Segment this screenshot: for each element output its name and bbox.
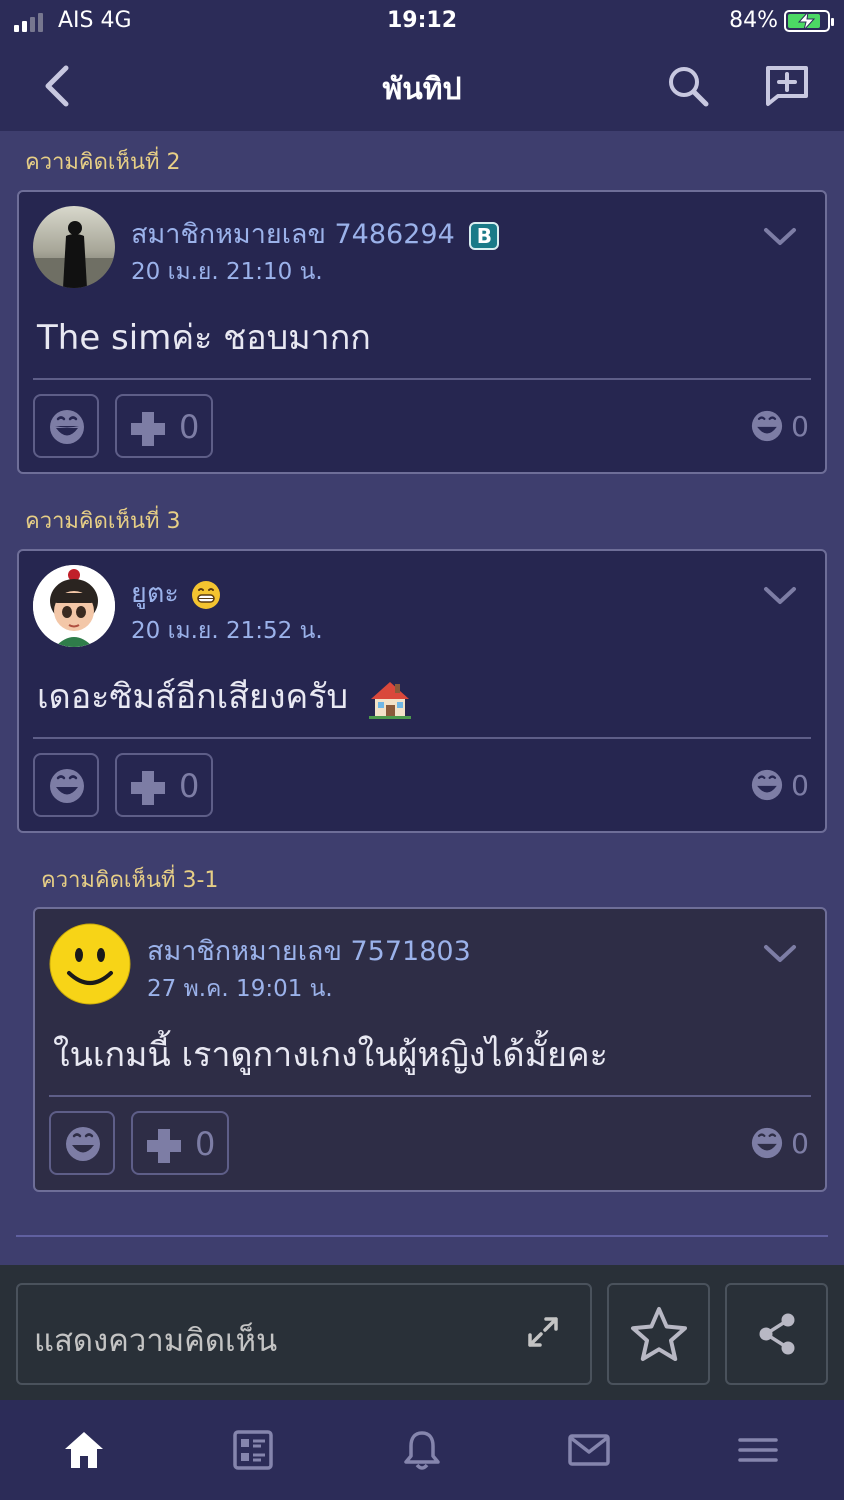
smile-icon [50,769,84,803]
tab-home[interactable] [62,1428,106,1472]
reaction-summary[interactable]: 0 [737,410,809,443]
smile-icon [50,410,84,444]
comment-label: ความคิดเห็นที่ 2 [25,150,181,175]
search-icon [669,67,709,107]
emotion-button[interactable] [33,394,99,458]
search-button[interactable] [664,62,712,110]
tab-feed[interactable] [231,1428,275,1472]
emotion-button[interactable] [33,753,99,817]
comment-content: เดอะซิมส์อีกเสียงครับ [37,669,411,723]
reply-card: สมาชิกหมายเลข 7571803 27 พ.ค. 19:01 น. ใ… [33,907,827,1192]
username[interactable]: สมาชิกหมายเลข 7571803 [147,929,471,972]
plus-icon [147,1129,181,1163]
smile-icon [66,1127,100,1161]
emotion-button[interactable] [49,1111,115,1175]
comment-content: The simค่ะ ชอบมากก [37,318,371,358]
avatar[interactable] [49,923,131,1005]
comment-time: 20 เม.ย. 21:10 น. [131,259,323,285]
comment-label: ความคิดเห็นที่ 3 [25,509,181,534]
divider [16,1235,828,1237]
plus-count: 0 [195,1125,216,1163]
status-time: 19:12 [386,8,458,33]
status-bar: AIS 4G 19:12 84% [0,0,844,44]
top-bar: AIS 4G 19:12 84% พันทิป [0,0,844,131]
page-title: พันทิป [382,72,462,107]
chevron-down-icon[interactable] [763,585,797,607]
mail-icon [568,1434,610,1466]
divider [33,378,811,380]
comment-card: ยูตะ 20 เม.ย. 21:52 น. เดอะซิมส์อีกเสียง… [17,549,827,833]
chevron-down-icon[interactable] [763,943,797,965]
reaction-summary[interactable]: 0 [737,769,809,802]
smile-icon [751,769,783,801]
battery-icon [784,10,834,32]
member-badge-icon: B [469,221,500,250]
home-icon [65,1432,103,1468]
comment-label: ความคิดเห็นที่ 3-1 [41,868,219,893]
plus-count: 0 [179,408,200,446]
expand-icon[interactable] [526,1315,560,1349]
reaction-count: 0 [791,1127,809,1160]
add-comment-icon [766,66,808,106]
plus-icon [131,771,165,805]
favorite-button[interactable] [607,1283,710,1385]
reaction-summary[interactable]: 0 [737,1127,809,1160]
reaction-count: 0 [791,410,809,443]
plus-vote-button[interactable]: 0 [115,753,213,817]
plus-vote-button[interactable]: 0 [131,1111,229,1175]
house-emoji-icon [368,681,411,719]
tab-menu[interactable] [736,1428,780,1472]
share-button[interactable] [725,1283,828,1385]
new-post-button[interactable] [762,62,812,110]
chevron-down-icon[interactable] [763,226,797,248]
menu-icon [738,1438,778,1462]
plus-vote-button[interactable]: 0 [115,394,213,458]
battery-percentage: 84% [729,8,778,33]
divider [49,1095,811,1097]
bell-icon [404,1431,440,1470]
avatar[interactable] [33,206,115,288]
tab-notifications[interactable] [400,1428,444,1472]
smile-icon [751,410,783,442]
username[interactable]: สมาชิกหมายเลข 7486294 B [131,212,500,255]
comment-time: 20 เม.ย. 21:52 น. [131,618,323,644]
compose-bar: แสดงความคิดเห็น [0,1265,844,1400]
reaction-count: 0 [791,769,809,802]
tab-messages[interactable] [567,1428,611,1472]
comment-card: สมาชิกหมายเลข 7486294 B 20 เม.ย. 21:10 น… [17,190,827,474]
comment-input[interactable]: แสดงความคิดเห็น [16,1283,592,1385]
username[interactable]: ยูตะ [131,571,221,614]
feed-icon [233,1430,273,1470]
grin-emoji-icon [192,580,221,609]
plus-count: 0 [179,767,200,805]
star-icon [630,1307,687,1361]
share-icon [759,1313,794,1355]
comment-time: 27 พ.ค. 19:01 น. [147,976,333,1002]
bottom-tab-bar [0,1400,844,1500]
smile-icon [751,1127,783,1159]
divider [33,737,811,739]
plus-icon [131,412,165,446]
avatar[interactable] [33,565,115,647]
comment-content: ในเกมนี้ เราดูกางเกงในผู้หญิงได้มั้ยคะ [53,1035,608,1075]
comment-placeholder: แสดงความคิดเห็น [34,1323,278,1359]
